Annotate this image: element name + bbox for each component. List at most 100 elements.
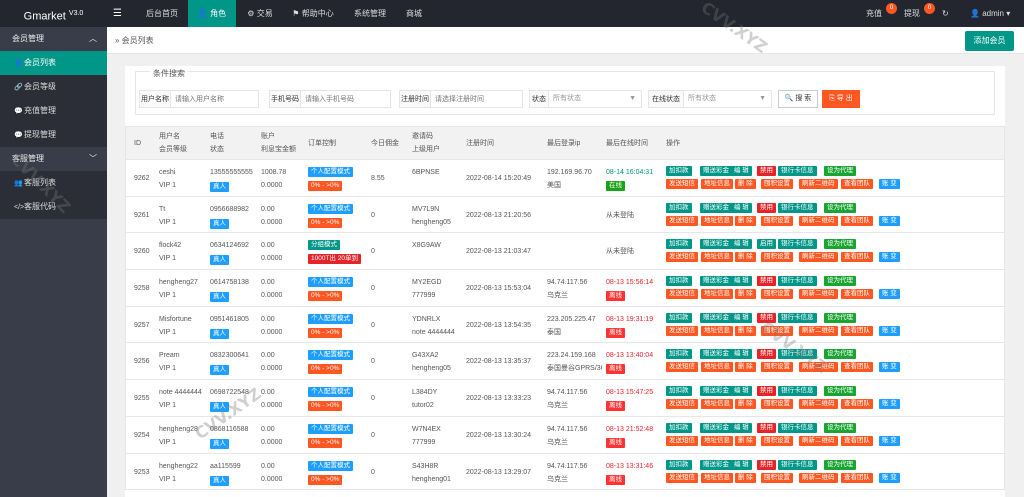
gift-button[interactable]: 赠送彩金 [700, 166, 732, 176]
addsub-button[interactable]: 加扣款 [666, 166, 692, 176]
regtime-input[interactable] [431, 90, 523, 108]
address-button[interactable]: 地址信息 [701, 362, 733, 373]
ban-button[interactable]: 禁用 [757, 459, 776, 470]
gift-button[interactable]: 赠送彩金 [700, 239, 732, 250]
bank-button[interactable]: 银行卡信息 [778, 239, 817, 250]
order-range-badge[interactable]: 0% - >0% [308, 474, 343, 485]
account-button[interactable]: 账 变 [879, 399, 900, 410]
bank-button[interactable]: 银行卡信息 [778, 386, 817, 397]
del-button[interactable]: 删 除 [735, 252, 756, 263]
sidebar-item-service-list[interactable]: 👥客服列表 [0, 171, 107, 195]
edit-button[interactable]: 编 辑 [731, 312, 752, 323]
online-select[interactable]: 所有状态 ▼ [684, 90, 772, 108]
edit-button[interactable]: 编 辑 [731, 422, 752, 433]
status-select[interactable]: 所有状态 ▼ [549, 90, 642, 108]
gift-button[interactable]: 赠送彩金 [700, 202, 732, 213]
addsub-button[interactable]: 加扣款 [666, 312, 692, 323]
edit-button[interactable]: 编 辑 [731, 166, 752, 176]
del-button[interactable]: 删 除 [735, 472, 756, 483]
ban-button[interactable]: 禁用 [757, 202, 776, 213]
search-button[interactable]: 🔍 搜 索 [778, 90, 818, 108]
sms-button[interactable]: 发送短信 [666, 399, 698, 410]
nav-home[interactable]: 后台首页 [138, 0, 186, 27]
sidebar-item-member-level[interactable]: 🔗会员等级 [0, 75, 107, 99]
nav-role[interactable]: 👤 角色 [188, 0, 236, 27]
hoard-button[interactable]: 囤积设置 [761, 252, 793, 263]
hoard-button[interactable]: 囤积设置 [761, 179, 793, 189]
account-button[interactable]: 账 变 [879, 325, 900, 336]
menu-toggle-icon[interactable]: ☰ [113, 0, 122, 27]
address-button[interactable]: 地址信息 [701, 215, 733, 226]
order-mode-badge[interactable]: 个人配置模式 [308, 167, 353, 177]
setagent-button[interactable]: 设为代理 [824, 349, 856, 360]
account-button[interactable]: 账 变 [879, 289, 900, 300]
hoard-button[interactable]: 囤积设置 [761, 435, 793, 446]
address-button[interactable]: 地址信息 [701, 252, 733, 263]
hoard-button[interactable]: 囤积设置 [761, 325, 793, 336]
refresh-icon[interactable]: ↻ [942, 0, 952, 27]
order-range-badge[interactable]: 1000T出 20单到 [308, 254, 361, 265]
gift-button[interactable]: 赠送彩金 [700, 349, 732, 360]
bank-button[interactable]: 银行卡信息 [778, 349, 817, 360]
account-button[interactable]: 账 变 [879, 435, 900, 446]
del-button[interactable]: 删 除 [735, 362, 756, 373]
ban-button[interactable]: 禁用 [757, 166, 776, 176]
address-button[interactable]: 地址信息 [701, 179, 733, 189]
withdraw-link[interactable]: 提现 [904, 0, 922, 27]
sms-button[interactable]: 发送短信 [666, 435, 698, 446]
edit-button[interactable]: 编 辑 [731, 276, 752, 287]
sidebar-group-members[interactable]: 会员管理 ︿ [0, 27, 107, 51]
edit-button[interactable]: 编 辑 [731, 459, 752, 470]
account-button[interactable]: 账 变 [879, 362, 900, 373]
hoard-button[interactable]: 囤积设置 [761, 399, 793, 410]
hoard-button[interactable]: 囤积设置 [761, 362, 793, 373]
qr-button[interactable]: 刷新二维码 [799, 362, 838, 373]
del-button[interactable]: 删 除 [735, 325, 756, 336]
sidebar-item-recharge[interactable]: 💬充值管理 [0, 99, 107, 123]
edit-button[interactable]: 编 辑 [731, 239, 752, 250]
bank-button[interactable]: 银行卡信息 [778, 422, 817, 433]
ban-button[interactable]: 禁用 [757, 422, 776, 433]
hoard-button[interactable]: 囤积设置 [761, 215, 793, 226]
order-mode-badge[interactable]: 个人配置模式 [308, 203, 353, 214]
team-button[interactable]: 查看团队 [841, 435, 873, 446]
ban-button[interactable]: 禁用 [757, 386, 776, 397]
del-button[interactable]: 删 除 [735, 399, 756, 410]
edit-button[interactable]: 编 辑 [731, 202, 752, 213]
account-button[interactable]: 账 变 [879, 472, 900, 483]
del-button[interactable]: 删 除 [735, 215, 756, 226]
order-mode-badge[interactable]: 个人配置模式 [308, 460, 353, 471]
gift-button[interactable]: 赠送彩金 [700, 386, 732, 397]
phone-input[interactable] [301, 90, 391, 108]
sms-button[interactable]: 发送短信 [666, 362, 698, 373]
ban-button[interactable]: 启用 [757, 239, 776, 250]
bank-button[interactable]: 银行卡信息 [778, 276, 817, 287]
order-range-badge[interactable]: 0% - >0% [308, 181, 343, 191]
nav-mall[interactable]: 商城 [403, 0, 425, 27]
team-button[interactable]: 查看团队 [841, 472, 873, 483]
address-button[interactable]: 地址信息 [701, 325, 733, 336]
addsub-button[interactable]: 加扣款 [666, 422, 692, 433]
nav-trade[interactable]: ⚙ 交易 [242, 0, 278, 27]
address-button[interactable]: 地址信息 [701, 472, 733, 483]
order-range-badge[interactable]: 0% - >0% [308, 437, 343, 448]
edit-button[interactable]: 编 辑 [731, 349, 752, 360]
sidebar-group-service[interactable]: 客服管理 ﹀ [0, 147, 107, 171]
order-mode-badge[interactable]: 个人配置模式 [308, 313, 353, 324]
qr-button[interactable]: 刷新二维码 [799, 252, 838, 263]
account-button[interactable]: 账 变 [879, 252, 900, 263]
ban-button[interactable]: 禁用 [757, 312, 776, 323]
team-button[interactable]: 查看团队 [841, 362, 873, 373]
sidebar-item-withdraw[interactable]: 💬提现管理 [0, 123, 107, 147]
qr-button[interactable]: 刷新二维码 [799, 215, 838, 226]
addsub-button[interactable]: 加扣款 [666, 202, 692, 213]
hoard-button[interactable]: 囤积设置 [761, 472, 793, 483]
setagent-button[interactable]: 设为代理 [824, 166, 856, 176]
order-range-badge[interactable]: 0% - >0% [308, 327, 343, 338]
team-button[interactable]: 查看团队 [841, 289, 873, 300]
setagent-button[interactable]: 设为代理 [824, 422, 856, 433]
team-button[interactable]: 查看团队 [841, 399, 873, 410]
bank-button[interactable]: 银行卡信息 [778, 459, 817, 470]
sms-button[interactable]: 发送短信 [666, 252, 698, 263]
sms-button[interactable]: 发送短信 [666, 289, 698, 300]
